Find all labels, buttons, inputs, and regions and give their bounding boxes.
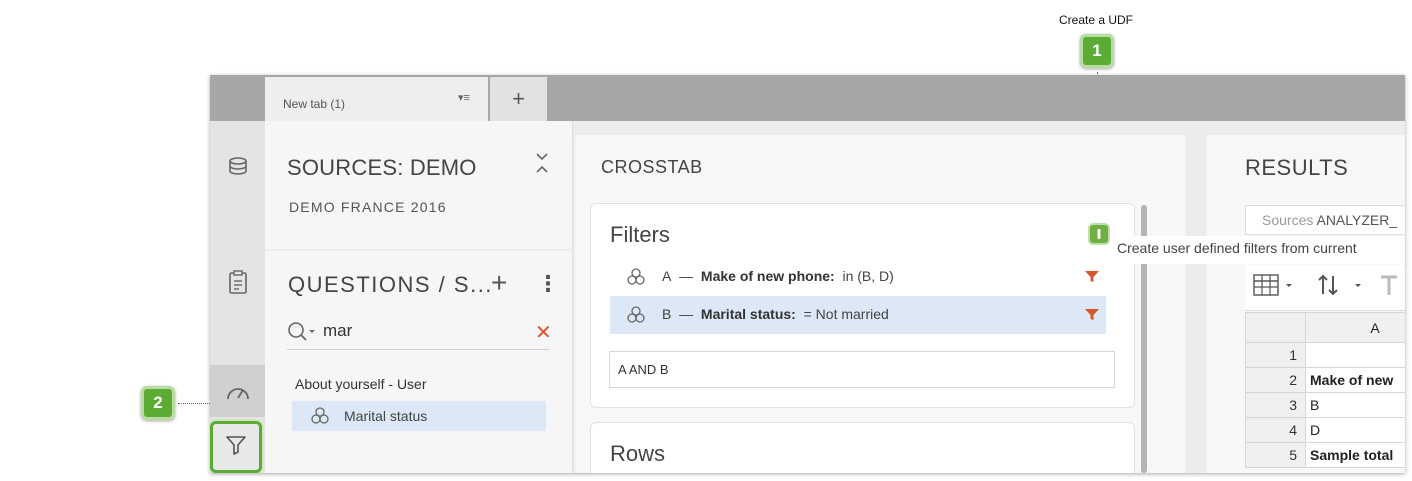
tab-bar: New tab (1) ▾≡ +	[210, 75, 1405, 121]
filter-condition: in (B, D)	[842, 268, 894, 284]
category-icon	[626, 268, 646, 291]
filters-title: Filters	[610, 222, 670, 247]
screenshot-stage: Create a UDF 1 2 New tab (1) ▾≡ + SOURCE…	[0, 0, 1412, 481]
database-icon[interactable]	[210, 147, 265, 187]
search-underline	[287, 349, 549, 350]
left-nav	[210, 121, 265, 473]
more-options-icon[interactable]: ⋮	[537, 271, 559, 297]
sources-panel: SOURCES: DEMO DEMO FRANCE 2016	[265, 121, 573, 249]
grid-column-header[interactable]: A	[1305, 312, 1405, 343]
app-window: New tab (1) ▾≡ + SOURCES: DEMO DEMO FRAN…	[210, 75, 1405, 473]
grid-cell[interactable]: Sample total	[1305, 442, 1405, 468]
filter-dash: —	[679, 268, 694, 284]
questions-title: QUESTIONS / S...	[288, 272, 493, 297]
create-udf-icon[interactable]	[1088, 223, 1110, 245]
question-group-label: About yourself - User	[295, 376, 427, 392]
grid-cell[interactable]	[1305, 342, 1405, 368]
results-sources-label: Sources	[1262, 212, 1314, 228]
text-format-icon[interactable]	[1379, 273, 1399, 302]
filter-row-b[interactable]: B — Marital status: = Not married	[610, 296, 1106, 334]
list-item-marital-status[interactable]: Marital status	[292, 401, 546, 431]
results-grid: A 1 2 Make of new 3 B 4 D 5 Sample total	[1245, 312, 1405, 468]
category-icon	[626, 306, 646, 329]
rows-title: Rows	[610, 441, 666, 466]
clear-search-icon[interactable]: ✕	[535, 320, 552, 345]
results-toolbar	[1245, 265, 1405, 311]
filter-funnel-icon[interactable]	[1085, 308, 1099, 326]
gauge-icon[interactable]	[210, 365, 265, 417]
filter-row-text: B — Marital status: = Not married	[662, 306, 889, 322]
collapse-chevron-icon[interactable]	[535, 151, 549, 177]
filter-letter: B	[662, 306, 672, 322]
callout-badge-2: 2	[141, 386, 175, 420]
add-tab-button[interactable]: +	[490, 77, 547, 121]
table-row: 1	[1245, 342, 1405, 368]
questionnaire-icon[interactable]	[210, 263, 265, 303]
row-number: 2	[1245, 367, 1306, 393]
results-title: RESULTS	[1245, 155, 1349, 180]
add-question-button[interactable]: +	[491, 267, 507, 299]
rows-card: Rows	[590, 422, 1135, 473]
udf-tooltip: Create user defined filters from current	[1117, 236, 1405, 264]
filter-row-text: A — Make of new phone: in (B, D)	[662, 268, 894, 284]
table-row: 3 B	[1245, 392, 1405, 418]
grid-header-row: A	[1245, 312, 1405, 343]
table-row: 5 Sample total	[1245, 442, 1405, 468]
search-icon[interactable]	[287, 321, 317, 348]
sort-icon[interactable]	[1317, 273, 1365, 302]
filter-dash: —	[679, 306, 694, 322]
row-number: 1	[1245, 342, 1306, 368]
sources-subtitle: DEMO FRANCE 2016	[289, 199, 447, 215]
filters-card: Filters A — Make of new phone: in (B, D)	[590, 203, 1135, 408]
tab-label: New tab (1)	[283, 97, 346, 111]
filter-row-a[interactable]: A — Make of new phone: in (B, D)	[610, 258, 1106, 296]
results-panel: RESULTS Sources ANALYZER_ A 1 2 Make of …	[1206, 135, 1405, 473]
filter-name: Make of new phone:	[700, 268, 835, 284]
callout-badge-1: 1	[1080, 34, 1114, 68]
search-input[interactable]	[323, 321, 523, 341]
table-view-icon[interactable]	[1253, 273, 1295, 302]
tab-new-tab[interactable]: New tab (1) ▾≡	[265, 77, 488, 121]
filter-expression-input[interactable]: A AND B	[609, 351, 1115, 388]
sources-title: SOURCES: DEMO	[287, 155, 477, 180]
category-icon	[310, 407, 330, 430]
callout-2-leader	[178, 403, 212, 404]
filter-nav-button[interactable]	[210, 421, 262, 473]
grid-cell[interactable]: D	[1305, 417, 1405, 443]
results-sources-field[interactable]: Sources ANALYZER_	[1245, 205, 1405, 235]
table-row: 4 D	[1245, 417, 1405, 443]
filter-letter: A	[662, 268, 672, 284]
udf-callout-title: Create a UDF	[1058, 13, 1134, 27]
grid-cell[interactable]: B	[1305, 392, 1405, 418]
crosstab-panel: CROSSTAB Filters A — Make of new phone: …	[575, 135, 1186, 473]
row-number: 3	[1245, 392, 1306, 418]
tab-menu-icon[interactable]: ▾≡	[458, 91, 470, 104]
questions-panel: QUESTIONS / S... + ⋮ ✕ About yourself - …	[265, 251, 573, 473]
crosstab-title: CROSSTAB	[601, 157, 703, 177]
filter-name: Marital status:	[700, 306, 796, 322]
filter-funnel-icon[interactable]	[1085, 270, 1099, 288]
row-number: 5	[1245, 442, 1306, 468]
filter-condition: = Not married	[803, 306, 889, 322]
grid-cell[interactable]: Make of new	[1305, 367, 1405, 393]
results-sources-value: ANALYZER_	[1316, 212, 1398, 228]
grid-corner-cell	[1245, 312, 1306, 343]
row-number: 4	[1245, 417, 1306, 443]
list-item-label: Marital status	[344, 408, 428, 424]
table-row: 2 Make of new	[1245, 367, 1405, 393]
funnel-icon	[225, 434, 247, 461]
